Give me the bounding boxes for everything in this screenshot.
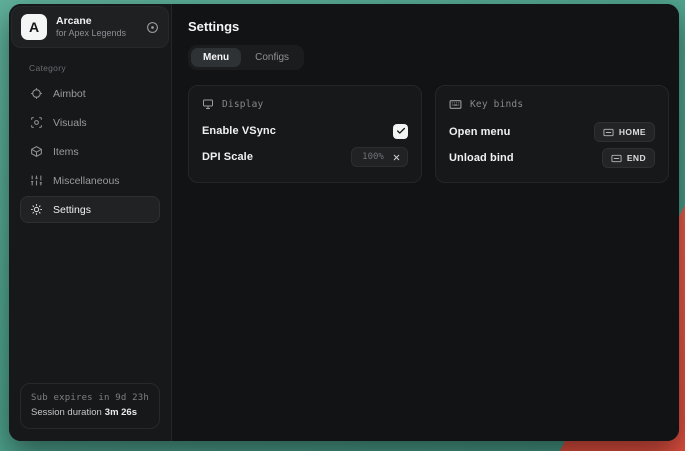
keyboard-icon: [603, 127, 614, 138]
keybinds-card-title-text: Key binds: [470, 99, 523, 110]
brand-header: A Arcane for Apex Legends: [11, 6, 169, 48]
display-card-title-text: Display: [222, 99, 263, 110]
session-box: Sub expires in 9d 23h Session duration3m…: [20, 383, 160, 429]
display-card: Display Enable VSync DPI Scale 100%: [188, 85, 422, 183]
scan-eye-icon: [30, 116, 43, 129]
open-menu-keybind-button[interactable]: HOME: [594, 122, 655, 142]
sidebar-item-visuals[interactable]: Visuals: [20, 109, 160, 136]
app-window: A Arcane for Apex Legends Category Aimbo…: [9, 4, 679, 441]
session-duration-text: Session duration3m 26s: [31, 406, 149, 420]
monitor-icon: [202, 98, 214, 110]
vsync-row: Enable VSync: [202, 118, 408, 144]
sidebar-item-label: Settings: [53, 204, 91, 216]
display-card-title: Display: [202, 98, 408, 110]
sidebar-item-label: Miscellaneous: [53, 175, 120, 187]
sidebar-item-label: Visuals: [53, 117, 87, 129]
tab-menu[interactable]: Menu: [191, 48, 241, 67]
open-menu-label: Open menu: [449, 126, 510, 138]
dpi-scale-input[interactable]: 100%: [351, 147, 408, 167]
tab-configs[interactable]: Configs: [243, 48, 301, 67]
sidebar-item-miscellaneous[interactable]: Miscellaneous: [20, 167, 160, 194]
brand-logo: A: [21, 14, 47, 40]
session-duration-label: Session duration: [31, 407, 102, 418]
dpi-label: DPI Scale: [202, 151, 253, 163]
category-label: Category: [29, 63, 151, 73]
dpi-scale-value: 100%: [358, 152, 388, 162]
sidebar: A Arcane for Apex Legends Category Aimbo…: [9, 4, 172, 441]
session-duration-value: 3m 26s: [105, 407, 137, 418]
dpi-row: DPI Scale 100%: [202, 144, 408, 170]
sliders-icon: [30, 174, 43, 187]
sub-expiry-text: Sub expires in 9d 23h: [31, 392, 149, 406]
crosshair-icon: [30, 87, 43, 100]
keybinds-card: Key binds Open menu HOME Unload bin: [435, 85, 669, 183]
unload-key: END: [627, 153, 646, 163]
sidebar-item-aimbot[interactable]: Aimbot: [20, 80, 160, 107]
page-title: Settings: [188, 19, 669, 34]
unload-keybind-button[interactable]: END: [602, 148, 655, 168]
open-menu-key: HOME: [619, 127, 646, 137]
package-icon: [30, 145, 43, 158]
vsync-label: Enable VSync: [202, 125, 276, 137]
sidebar-item-label: Aimbot: [53, 88, 86, 100]
keyboard-icon: [449, 98, 462, 111]
unload-bind-label: Unload bind: [449, 152, 514, 164]
open-menu-row: Open menu HOME: [449, 119, 655, 145]
gear-icon: [30, 203, 43, 216]
main-content: Settings Menu Configs Display Enable VSy…: [172, 4, 679, 441]
cards-row: Display Enable VSync DPI Scale 100%: [188, 85, 669, 183]
tab-group: Menu Configs: [188, 45, 304, 70]
sidebar-item-label: Items: [53, 146, 79, 158]
keyboard-icon: [611, 153, 622, 164]
unload-bind-row: Unload bind END: [449, 145, 655, 171]
brand-subtitle: for Apex Legends: [56, 28, 137, 39]
brand-text: Arcane for Apex Legends: [56, 15, 137, 39]
sidebar-item-settings[interactable]: Settings: [20, 196, 160, 223]
circle-dot-icon[interactable]: [146, 21, 159, 34]
sidebar-spacer: [9, 223, 171, 373]
keybinds-card-title: Key binds: [449, 98, 655, 111]
sidebar-nav: Aimbot Visuals Items: [9, 80, 171, 223]
sidebar-item-items[interactable]: Items: [20, 138, 160, 165]
vsync-checkbox[interactable]: [393, 124, 408, 139]
brand-name: Arcane: [56, 15, 137, 28]
checkmark-icon: [396, 126, 406, 136]
clear-icon[interactable]: [392, 153, 401, 162]
